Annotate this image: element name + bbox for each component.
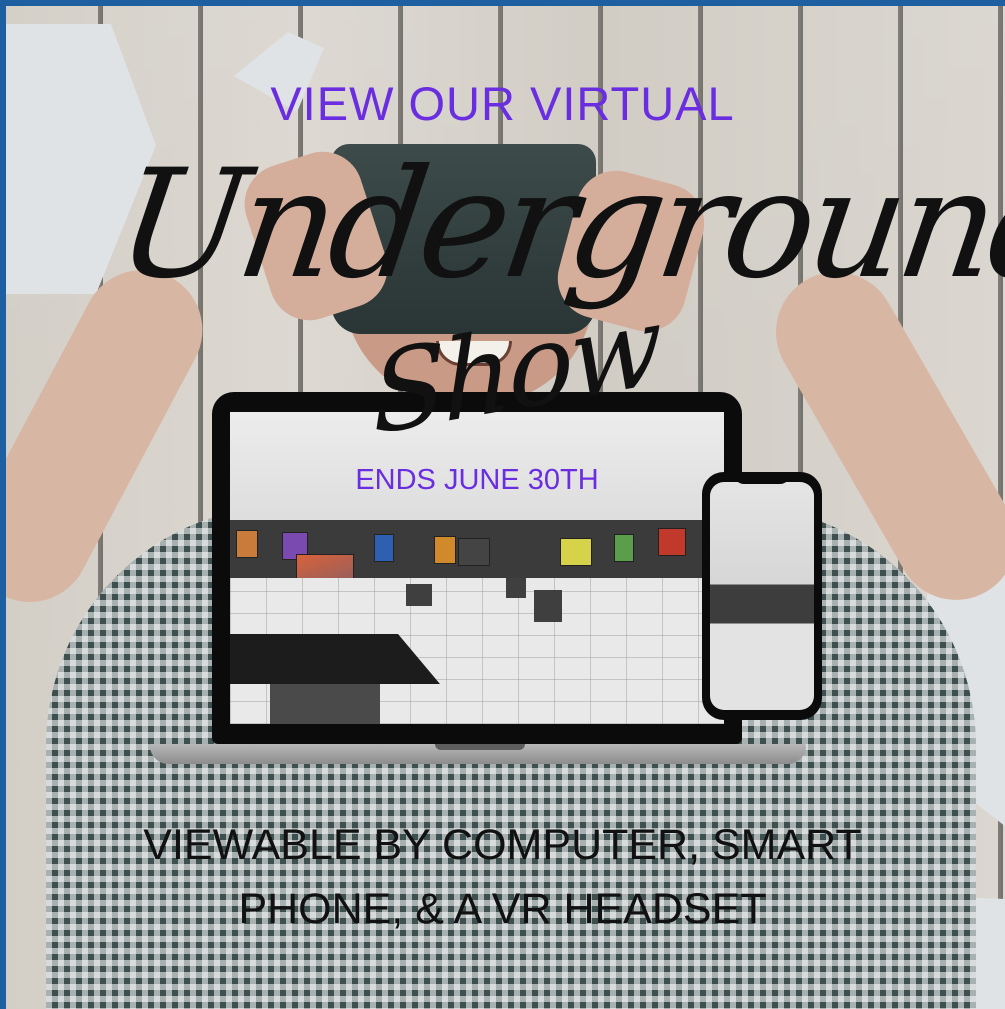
gallery-painting: [458, 538, 490, 566]
gallery-painting: [658, 528, 686, 556]
pedestal: [534, 590, 562, 622]
gallery-painting: [560, 538, 592, 566]
pedestal: [506, 578, 526, 598]
laptop-screen: ENDS JUNE 30TH: [230, 412, 724, 724]
script-title-line1: Underground Art: [107, 138, 1005, 312]
display-table-base: [270, 684, 380, 724]
gallery-painting: [614, 534, 634, 562]
pedestal: [406, 584, 432, 606]
phone-screen: [710, 482, 814, 710]
end-date-text: ENDS JUNE 30TH: [355, 464, 599, 496]
devices-caption: VIEWABLE BY COMPUTER, SMART PHONE, & A V…: [0, 813, 1005, 941]
phone-notch: [734, 472, 790, 484]
gallery-painting: [374, 534, 394, 562]
laptop-notch: [435, 744, 525, 750]
headline: VIEW OUR VIRTUAL: [270, 77, 735, 130]
devices-caption-line2: PHONE, & A VR HEADSET: [238, 885, 767, 933]
poster-frame: ENDS JUNE 30TH VIEW OUR VIRTUAL Undergro…: [0, 0, 1005, 1009]
gallery-painting: [236, 530, 258, 558]
script-title-line2: Show: [369, 280, 661, 460]
gallery-painting: [434, 536, 456, 564]
script-title: Underground Art Show: [100, 138, 1005, 460]
devices-caption-line1: VIEWABLE BY COMPUTER, SMART: [143, 821, 862, 869]
smartphone-device-icon: [702, 472, 822, 720]
